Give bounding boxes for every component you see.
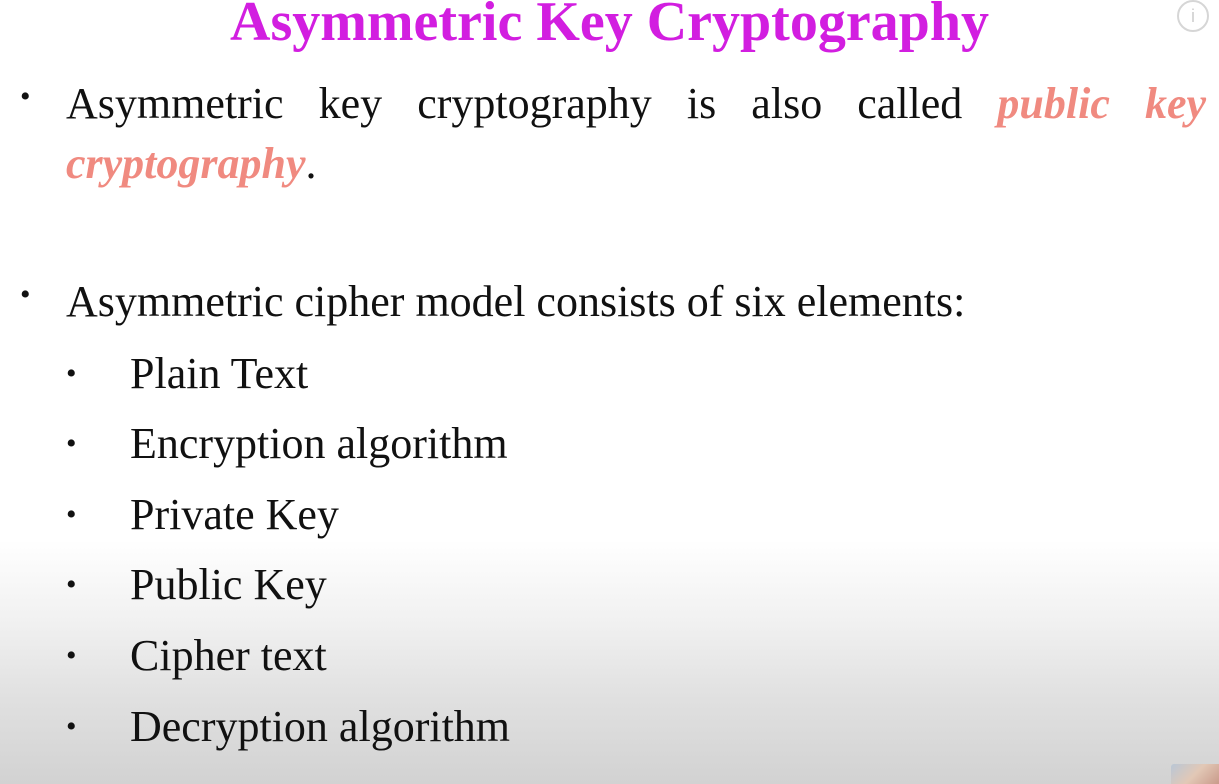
bullet-dot: • <box>20 278 31 311</box>
element-item: Encryption algorithm <box>130 419 508 468</box>
paragraph-text: Asymmetric key cryptography is also call… <box>66 79 963 128</box>
sub-bullet-dot: • <box>66 357 77 390</box>
slide: Asymmetric Key Cryptography • Asymmetric… <box>0 0 1219 784</box>
slide-title: Asymmetric Key Cryptography <box>230 0 989 53</box>
sub-bullet-dot: • <box>66 639 77 672</box>
element-item: Cipher text <box>130 631 327 680</box>
bullet-dot: • <box>20 80 31 113</box>
sub-bullet-dot: • <box>66 710 77 743</box>
sub-bullet-dot: • <box>66 427 77 460</box>
sub-bullet-dot: • <box>66 498 77 531</box>
info-icon[interactable]: i <box>1177 0 1209 32</box>
element-item: Public Key <box>130 560 327 609</box>
element-item: Decryption algorithm <box>130 702 511 751</box>
video-thumbnail[interactable] <box>1171 764 1219 784</box>
element-item: Plain Text <box>130 349 309 398</box>
sub-bullet-dot: • <box>66 568 77 601</box>
element-item: Private Key <box>130 490 339 539</box>
paragraph-public-key: Asymmetric key cryptography is also call… <box>66 74 1206 194</box>
paragraph-six-elements: Asymmetric cipher model consists of six … <box>66 277 966 326</box>
paragraph-period: . <box>305 139 317 188</box>
